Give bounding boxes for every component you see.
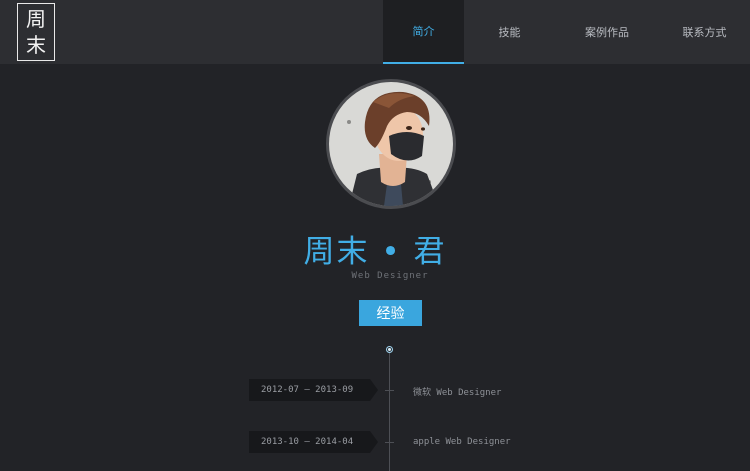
timeline-tick	[385, 442, 394, 443]
timeline-line	[389, 350, 390, 471]
nav-item-contact[interactable]: 联系方式	[659, 0, 750, 64]
avatar-illustration	[329, 82, 453, 206]
nav-item-skills[interactable]: 技能	[464, 0, 555, 64]
nav-item-portfolio[interactable]: 案例作品	[555, 0, 659, 64]
profile-role: Web Designer	[351, 271, 429, 281]
timeline-tick	[385, 390, 394, 391]
avatar	[326, 79, 456, 209]
profile-name: 周末 • 君	[303, 234, 447, 270]
timeline-date-tag: 2012-07 — 2013-09	[249, 379, 378, 401]
timeline-job: apple Web Designer	[413, 437, 511, 447]
timeline-job: 微软 Web Designer	[413, 388, 502, 398]
logo-char-2: 末	[26, 33, 46, 57]
logo[interactable]: 周 末	[17, 3, 55, 61]
main-nav: 简介 技能 案例作品 联系方式	[383, 0, 750, 64]
timeline-start-dot	[386, 346, 393, 353]
top-header: 周 末 简介 技能 案例作品 联系方式	[0, 0, 750, 64]
experience-button[interactable]: 经验	[359, 300, 422, 326]
timeline-date-tag: 2013-10 — 2014-04	[249, 431, 378, 453]
nav-item-intro[interactable]: 简介	[383, 0, 464, 64]
logo-char-1: 周	[26, 7, 46, 31]
